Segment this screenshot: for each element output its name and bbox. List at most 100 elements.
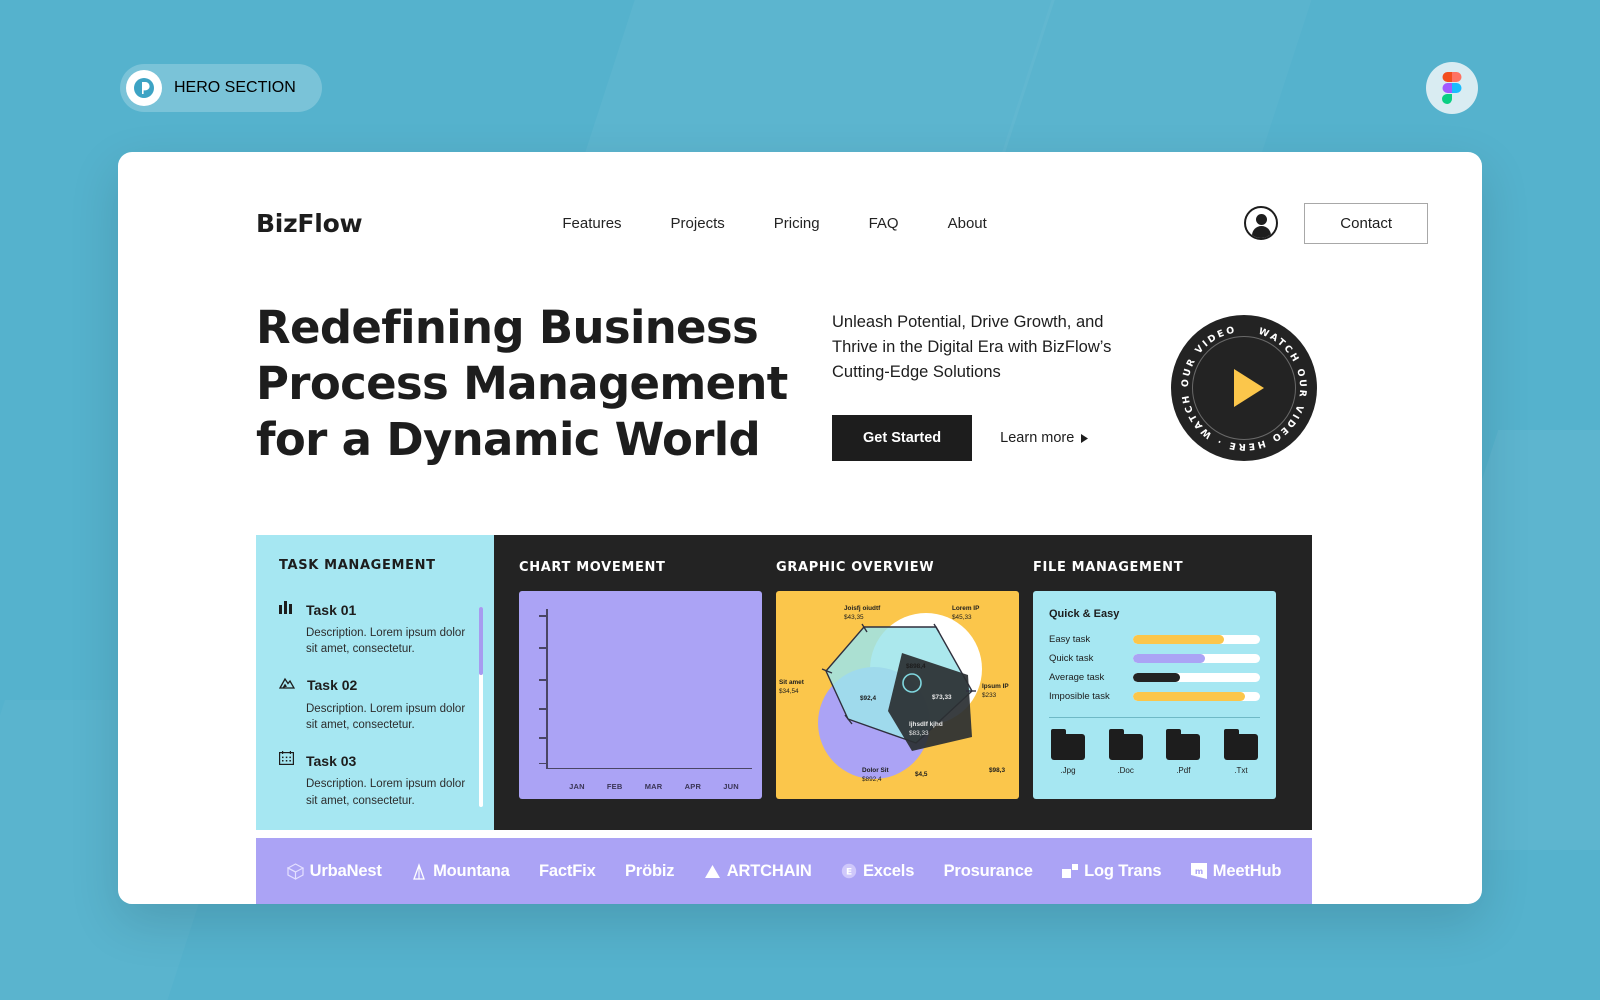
scrollbar[interactable]	[479, 607, 483, 807]
bar-chart-groups	[558, 609, 750, 768]
get-started-button[interactable]: Get Started	[832, 415, 973, 462]
folder-label: .Doc	[1117, 766, 1134, 775]
bar-chart-icon	[279, 600, 294, 619]
task-name: Task 01	[306, 601, 357, 618]
dashboard-widgets: JAN FEB MAR APR JUN Joisfj oiudtf $43,35…	[494, 576, 1312, 799]
radar-label-joisfj: Joisfj oiudtf $43,35	[844, 605, 881, 621]
squares-icon	[1062, 863, 1079, 879]
progress-row: Average task	[1049, 672, 1260, 683]
partner-logo[interactable]: ARTCHAIN	[704, 862, 812, 881]
partner-logo[interactable]: Prosurance	[944, 862, 1033, 881]
partner-logo[interactable]: Log Trans	[1062, 862, 1162, 881]
scrollbar-thumb[interactable]	[479, 607, 483, 675]
graphic-overview-widget[interactable]: Joisfj oiudtf $43,35 Lorem IP $45,33 Ipsum…	[776, 591, 1019, 799]
watch-video-badge[interactable]: WATCH OUR VIDEO HERE · WATCH OUR VIDEO H…	[1171, 315, 1317, 461]
file-management-title: FILE MANAGEMENT	[1033, 560, 1184, 575]
partner-logo[interactable]: Pröbiz	[624, 861, 675, 881]
triangle-icon	[704, 864, 721, 879]
dashboard-panel-titles: CHART MOVEMENT GRAPHIC OVERVIEW FILE MAN…	[494, 558, 1312, 576]
graphic-overview-title: GRAPHIC OVERVIEW	[776, 560, 935, 575]
folder-item[interactable]: .Doc	[1108, 729, 1143, 775]
progress-row-label: Imposible task	[1049, 691, 1110, 702]
hero-card: BizFlow Features Projects Pricing FAQ Ab…	[118, 152, 1482, 904]
video-inner-ring	[1192, 336, 1296, 440]
file-management-widget[interactable]: Quick & Easy Easy task Quick task Average …	[1033, 591, 1276, 799]
user-avatar-icon[interactable]	[1244, 206, 1279, 240]
partner-logos-strip: UrbaNest Mountana FactFix Pröbiz ARTCHAIN E Ex…	[256, 838, 1312, 904]
hero-cta-row: Get Started Learn more	[832, 415, 1122, 462]
bar-chart-x-label: FEB	[606, 782, 623, 791]
svg-text:E: E	[846, 868, 852, 878]
bar-chart-x-label: MAR	[644, 782, 663, 791]
progress-fill	[1133, 692, 1245, 701]
learn-more-link[interactable]: Learn more	[1000, 430, 1089, 446]
partner-logo[interactable]: UrbaNest	[286, 861, 382, 881]
progress-fill	[1133, 635, 1225, 644]
folder-icon	[1223, 729, 1258, 760]
partner-logo[interactable]: FactFix	[539, 862, 596, 881]
list-item[interactable]: Task 03 Description. Lorem ipsum dolor s…	[279, 751, 472, 809]
chevron-right-icon	[1081, 433, 1089, 443]
radar-chart: Joisfj oiudtf $43,35 Lorem IP $45,33 Ipsum…	[776, 591, 1019, 799]
folder-icon	[1051, 729, 1085, 760]
cube-icon	[286, 862, 304, 880]
top-navigation: BizFlow Features Projects Pricing FAQ Ab…	[256, 196, 1428, 250]
partner-logo[interactable]: Mountana	[411, 862, 510, 881]
partner-logo-label: MeetHub	[1212, 861, 1282, 880]
radar-value-983: $98,3	[989, 767, 1005, 774]
radar-value-7333: $73,33	[932, 694, 952, 701]
folder-label: .Pdf	[1176, 766, 1191, 775]
chart-movement-title: CHART MOVEMENT	[519, 560, 666, 575]
bizflow-logo-icon	[126, 70, 162, 106]
partner-logo[interactable]: E Excels	[841, 862, 914, 881]
progress-track	[1133, 692, 1260, 701]
hero-section-badge: HERO SECTION	[120, 64, 322, 112]
progress-track	[1133, 673, 1260, 682]
task-description: Description. Lorem ipsum dolor sit amet,…	[306, 627, 466, 656]
task-name: Task 03	[306, 752, 357, 769]
radar-label-lorem: Lorem IP $45,33	[952, 605, 980, 621]
dashboard-dark-area: CHART MOVEMENT GRAPHIC OVERVIEW FILE MAN…	[494, 535, 1312, 830]
progress-row: Quick task	[1049, 653, 1260, 664]
list-item[interactable]: Task 02 Description. Lorem ipsum dolor s…	[278, 676, 472, 734]
progress-track	[1133, 654, 1260, 663]
task-progress-list: Easy task Quick task Average task Imposible…	[1049, 634, 1260, 702]
bar-chart	[539, 609, 752, 769]
divider	[1049, 717, 1260, 718]
partner-logo-label: Pröbiz	[624, 861, 675, 880]
dashboard: TASK MANAGEMENT Task 01 Description. Lor…	[256, 535, 1312, 830]
circle-e-icon: E	[841, 863, 857, 879]
nav-link-about[interactable]: About	[948, 215, 987, 232]
radar-label-sitamet: Sit amet $34,54	[779, 679, 804, 695]
nav-link-features[interactable]: Features	[562, 215, 621, 232]
figma-logo-icon	[1426, 62, 1478, 114]
partner-logo[interactable]: m MeetHub	[1190, 861, 1282, 881]
folder-label: .Txt	[1234, 766, 1248, 775]
folder-icon	[1108, 729, 1143, 760]
task-description: Description. Lorem ipsum dolor sit amet,…	[306, 778, 466, 807]
partner-logo-label: ARTCHAIN	[726, 861, 812, 880]
progress-track	[1133, 635, 1260, 644]
folder-label: .Jpg	[1060, 766, 1076, 775]
chart-movement-widget[interactable]: JAN FEB MAR APR JUN	[519, 591, 762, 799]
partner-logo-label: UrbaNest	[309, 861, 382, 880]
hero-subtitle: Unleash Potential, Drive Growth, and Thr…	[832, 313, 1112, 381]
folder-item[interactable]: .Jpg	[1051, 729, 1085, 775]
progress-fill	[1133, 654, 1206, 663]
brand-logo[interactable]: BizFlow	[256, 209, 363, 238]
nav-link-pricing[interactable]: Pricing	[774, 215, 820, 232]
bar-chart-x-label: JAN	[569, 782, 585, 791]
nav-link-projects[interactable]: Projects	[671, 215, 725, 232]
bar-chart-x-labels: JAN FEB MAR APR JUN	[558, 782, 750, 791]
radar-label-dolorsit: Dolor Sit $892,4	[862, 767, 889, 783]
task-management-panel: TASK MANAGEMENT Task 01 Description. Lor…	[256, 535, 494, 830]
list-item[interactable]: Task 01 Description. Lorem ipsum dolor s…	[279, 600, 472, 658]
progress-row: Imposible task	[1049, 691, 1260, 702]
folder-item[interactable]: .Txt	[1223, 729, 1258, 775]
radar-value-45: $4,5	[915, 771, 928, 778]
folder-item[interactable]: .Pdf	[1166, 729, 1201, 775]
progress-row-label: Easy task	[1049, 634, 1091, 645]
nav-link-faq[interactable]: FAQ	[869, 215, 899, 232]
nav-links: Features Projects Pricing FAQ About	[562, 215, 986, 232]
contact-button[interactable]: Contact	[1304, 202, 1428, 244]
